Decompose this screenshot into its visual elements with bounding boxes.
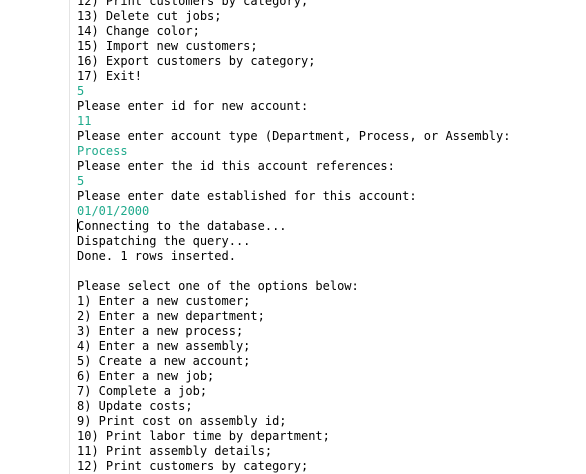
console-line-text: 1) Enter a new customer;: [77, 294, 251, 308]
console-line-text: 5: [77, 174, 85, 188]
console-input-line: 11: [77, 114, 582, 129]
console-input-line: Process: [77, 144, 582, 159]
console-output-line: Dispatching the query...: [77, 234, 582, 249]
console-output-line: 1) Enter a new customer;: [77, 294, 582, 309]
console-line-text: Please enter date established for this a…: [77, 189, 417, 203]
console-line-text: Please enter id for new account:: [77, 99, 309, 113]
console-line-text: 15) Import new customers;: [77, 39, 258, 53]
console-output-line: Connecting to the database...: [77, 219, 582, 234]
console-input-line: 01/01/2000: [77, 204, 582, 219]
console-line-text: 10) Print labor time by department;: [77, 429, 330, 443]
console-line-text: Please select one of the options below:: [77, 279, 359, 293]
console-output-line: Done. 1 rows inserted.: [77, 249, 582, 264]
console-line-text: 11: [77, 114, 92, 128]
console-line-text: 16) Export customers by category;: [77, 54, 316, 68]
editor-gutter: [0, 0, 70, 474]
console-output-line: 8) Update costs;: [77, 399, 582, 414]
console-output-line: 5) Create a new account;: [77, 354, 582, 369]
console-line-text: 17) Exit!: [77, 69, 143, 83]
console-line-text: 14) Change color;: [77, 24, 200, 38]
console-output-line: 9) Print cost on assembly id;: [77, 414, 582, 429]
console-line-text: 4) Enter a new assembly;: [77, 339, 251, 353]
console-output-line: Please enter date established for this a…: [77, 189, 582, 204]
console-line-text: Process: [77, 144, 128, 158]
console-output[interactable]: 12) Print customers by category; 13) Dele…: [77, 0, 582, 474]
console-output-line: 12) Print customers by category;: [77, 0, 582, 9]
console-input-line: 5: [77, 174, 582, 189]
console-line-text: 5) Create a new account;: [77, 354, 251, 368]
console-line-text: Please enter the id this account referen…: [77, 159, 395, 173]
console-output-line: Please enter the id this account referen…: [77, 159, 582, 174]
console-output-line: 3) Enter a new process;: [77, 324, 582, 339]
console-output-line: 16) Export customers by category;: [77, 54, 582, 69]
console-output-line: 14) Change color;: [77, 24, 582, 39]
console-output-line: 11) Print assembly details;: [77, 444, 582, 459]
console-line-text: 11) Print assembly details;: [77, 444, 273, 458]
console-output-line: 10) Print labor time by department;: [77, 429, 582, 444]
console-output-line: Please enter account type (Department, P…: [77, 129, 582, 144]
console-output-line: 15) Import new customers;: [77, 39, 582, 54]
console-output-line: 6) Enter a new job;: [77, 369, 582, 384]
console-line-text: 12) Print customers by category;: [77, 0, 309, 8]
console-line-text: 2) Enter a new department;: [77, 309, 265, 323]
console-input-line: 5: [77, 84, 582, 99]
console-output-line: 4) Enter a new assembly;: [77, 339, 582, 354]
console-line-text: Done. 1 rows inserted.: [77, 249, 236, 263]
console-line-text: 12) Print customers by category;: [77, 459, 309, 473]
console-line-text: 8) Update costs;: [77, 399, 193, 413]
console-line-text: 13) Delete cut jobs;: [77, 9, 222, 23]
console-output-line: 17) Exit!: [77, 69, 582, 84]
console-output-line: Please enter id for new account:: [77, 99, 582, 114]
console-output-line: 12) Print customers by category;: [77, 459, 582, 474]
console-line-text: 9) Print cost on assembly id;: [77, 414, 287, 428]
console-output-line: Please select one of the options below:: [77, 279, 582, 294]
console-output-line: 7) Complete a job;: [77, 384, 582, 399]
console-line-text: Connecting to the database...: [77, 219, 287, 233]
console-line-text: Dispatching the query...: [77, 234, 251, 248]
console-output-line: 13) Delete cut jobs;: [77, 9, 582, 24]
console-line-text: 01/01/2000: [77, 204, 150, 218]
console-line-text: 3) Enter a new process;: [77, 324, 244, 338]
console-line-text: 7) Complete a job;: [77, 384, 208, 398]
console-line-text: 6) Enter a new job;: [77, 369, 215, 383]
console-output-line: 2) Enter a new department;: [77, 309, 582, 324]
console-line-text: 5: [77, 84, 85, 98]
console-line-text: Please enter account type (Department, P…: [77, 129, 511, 143]
